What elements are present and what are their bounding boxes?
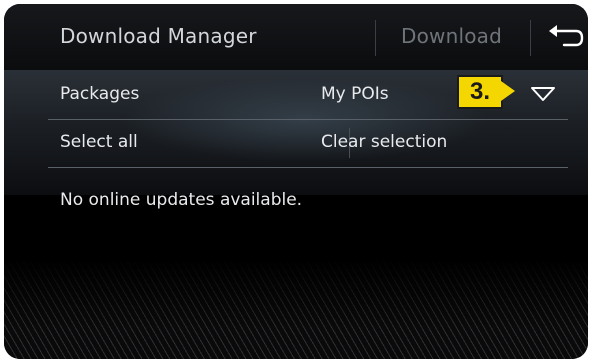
chevron-down-icon (531, 87, 555, 101)
package-dropdown-button[interactable] (528, 84, 558, 104)
decorative-floor-pattern (4, 259, 588, 359)
page-title: Download Manager (60, 24, 257, 48)
package-selector[interactable]: My POIs (321, 84, 389, 104)
step-callout-label: 3. (469, 78, 490, 105)
return-arrow-icon (549, 25, 584, 47)
header-divider (375, 20, 376, 56)
download-button[interactable]: Download (401, 24, 502, 48)
packages-label: Packages (60, 84, 140, 104)
clear-selection-button[interactable]: Clear selection (321, 132, 447, 152)
select-all-button[interactable]: Select all (60, 132, 138, 152)
selection-row: Select all Clear selection (48, 119, 568, 167)
header-bar: Download Manager Download (4, 4, 588, 70)
row-divider (48, 167, 568, 168)
status-message: No online updates available. (60, 190, 303, 210)
header-divider (530, 20, 531, 56)
step-callout-badge: 3. (457, 75, 503, 109)
back-button[interactable] (536, 18, 588, 58)
infotainment-screen: Download Manager Download Packages My PO… (4, 4, 588, 359)
callout-pointer-icon (501, 81, 515, 101)
